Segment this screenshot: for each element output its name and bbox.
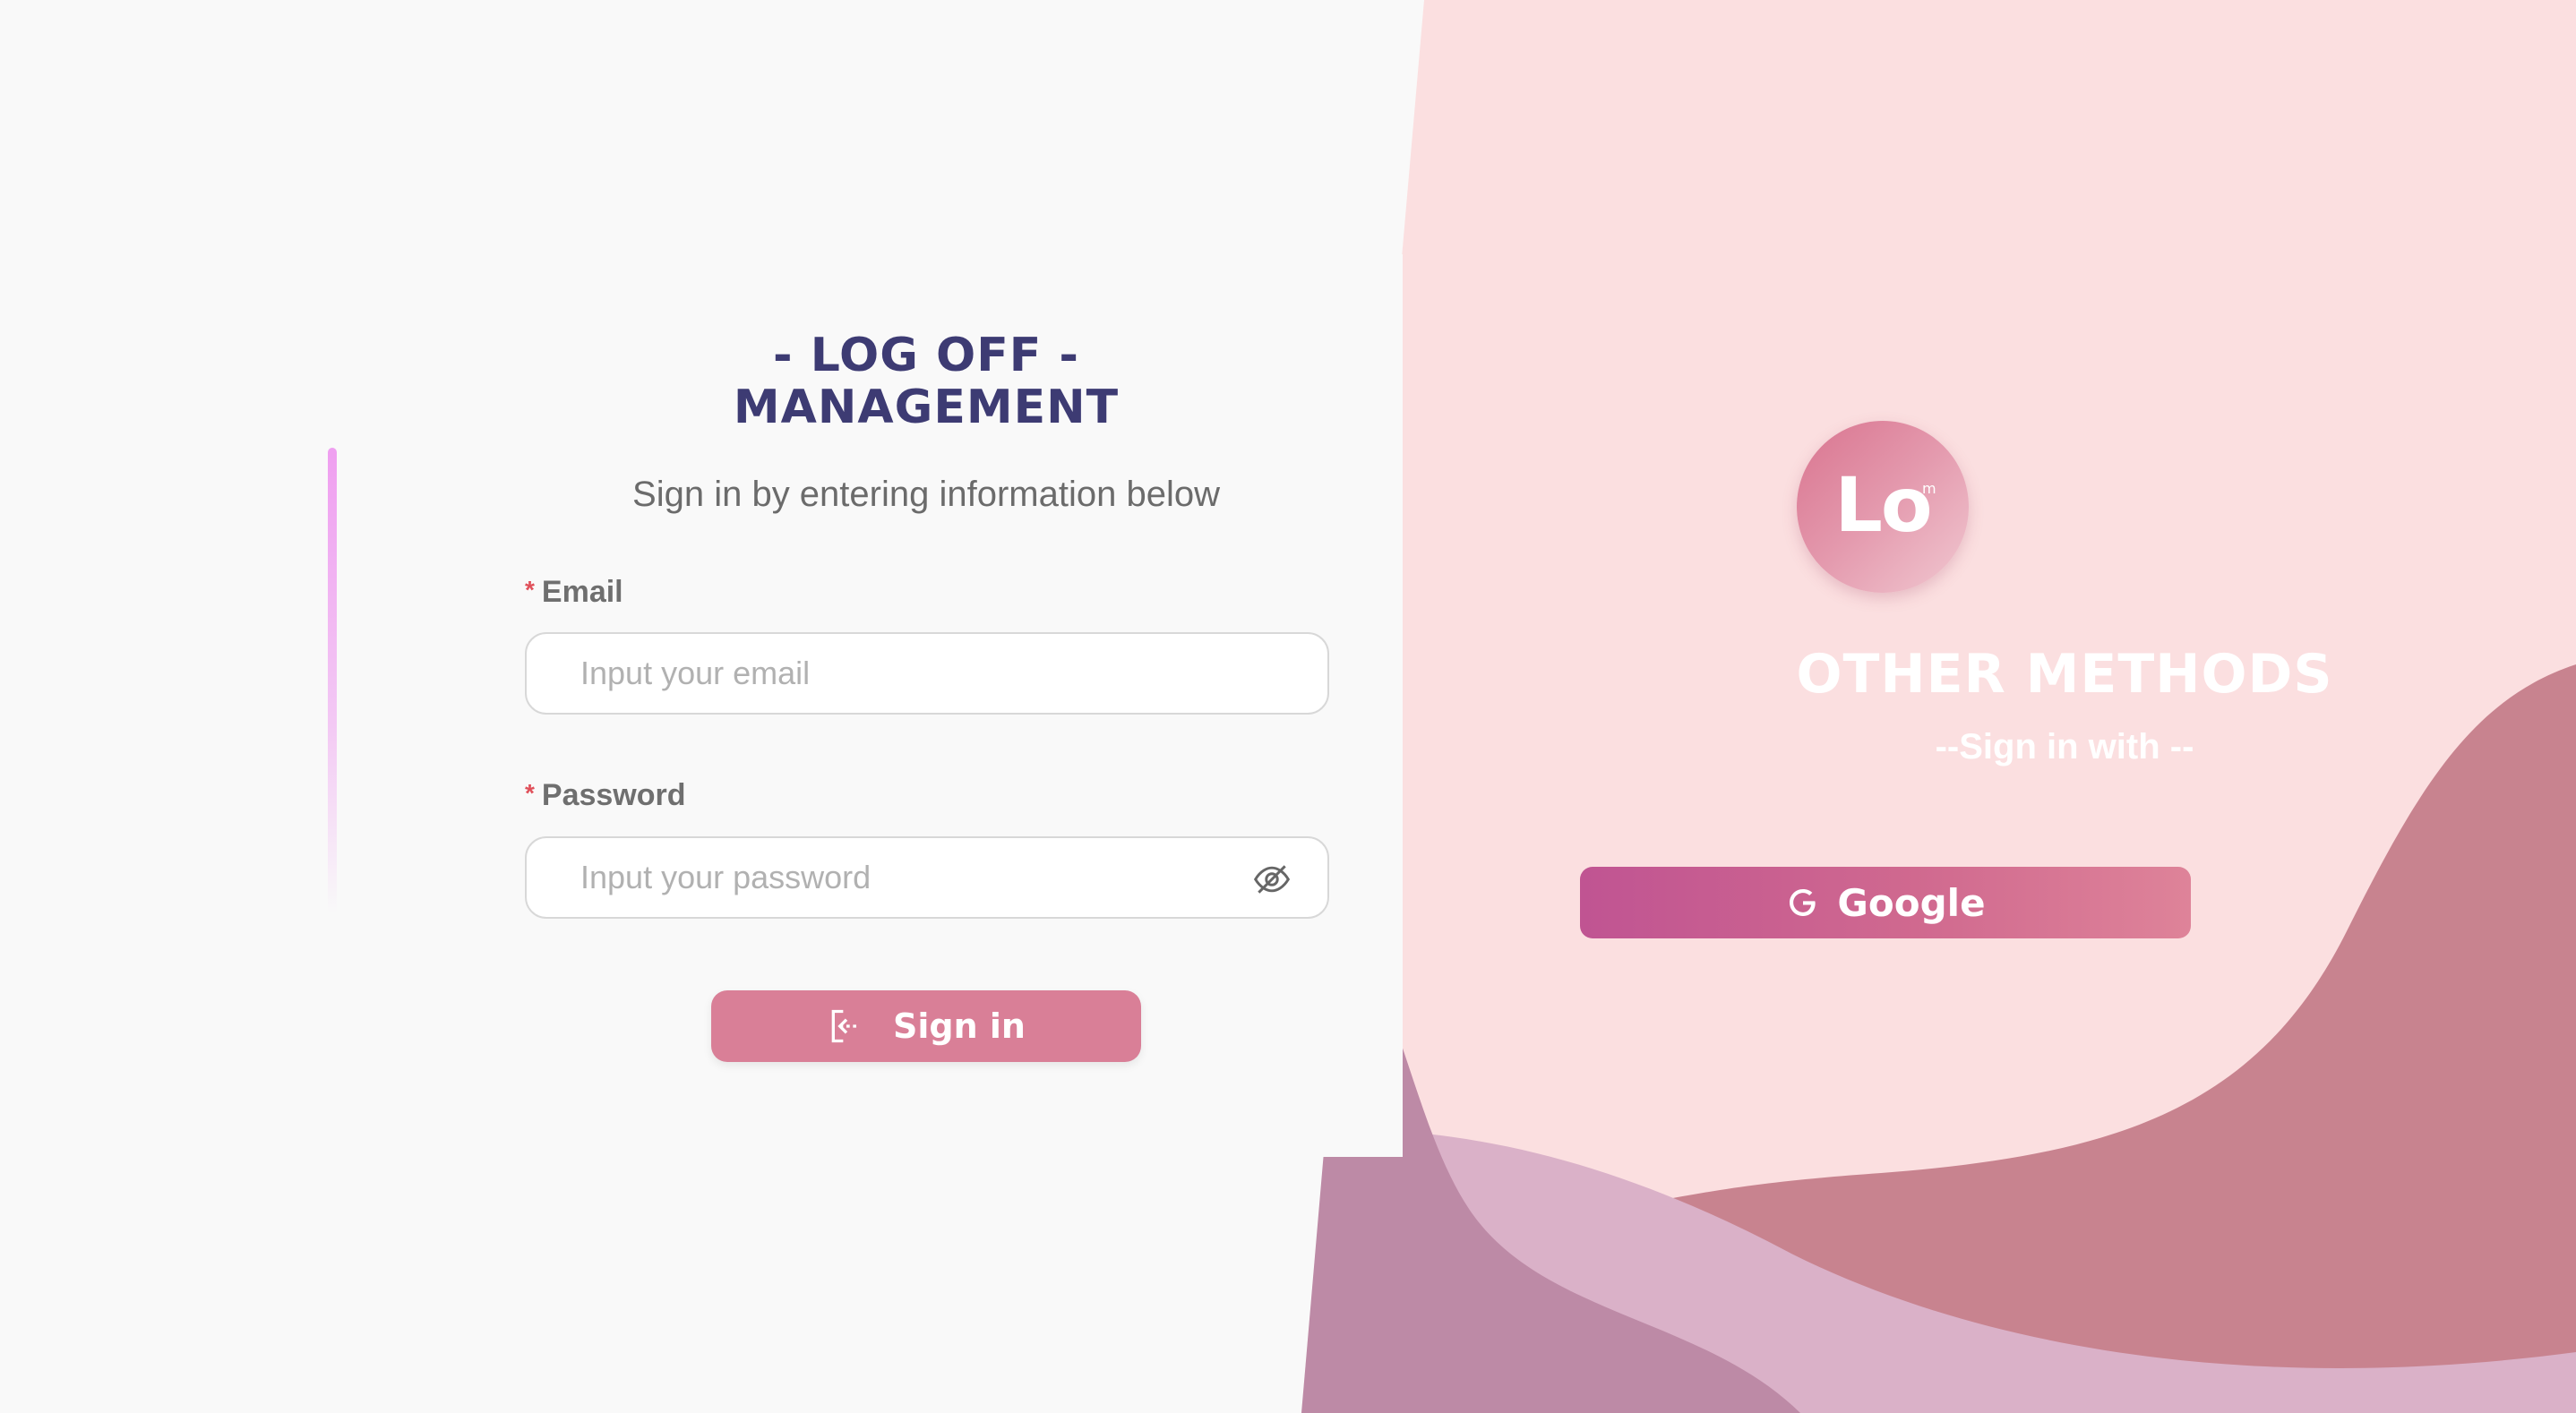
page-title: - LOG OFF - MANAGEMENT (328, 330, 1524, 433)
password-label-text: Password (541, 778, 686, 812)
email-label: * Email (525, 575, 623, 610)
other-methods-subtitle: --Sign in with -- (1935, 727, 2194, 766)
eye-off-icon[interactable] (1252, 860, 1292, 899)
required-mark: * (525, 779, 535, 807)
google-label: Google (1837, 880, 1986, 925)
logo-text: Lo (1834, 461, 1932, 549)
sign-in-button[interactable]: Sign in (711, 990, 1141, 1062)
email-label-text: Email (541, 575, 623, 609)
card-accent-bar (328, 448, 337, 913)
password-input[interactable] (525, 836, 1329, 919)
brand-logo: Lo m (1797, 421, 1969, 593)
title-line-2: MANAGEMENT (733, 381, 1120, 434)
required-mark: * (525, 576, 535, 604)
email-input[interactable] (525, 632, 1329, 715)
login-subtitle: Sign in by entering information below (632, 475, 1220, 514)
sign-in-label: Sign in (893, 1006, 1026, 1046)
google-sign-in-button[interactable]: Google (1580, 867, 2191, 938)
sign-in-icon (831, 1009, 860, 1043)
password-label: * Password (525, 778, 686, 813)
other-methods-title: OTHER METHODS (1796, 643, 2333, 706)
logo-mark: m (1922, 480, 1936, 497)
google-icon (1790, 889, 1816, 916)
title-line-1: - LOG OFF - (773, 329, 1079, 382)
login-page: - LOG OFF - MANAGEMENT Sign in by enteri… (0, 0, 2576, 1413)
